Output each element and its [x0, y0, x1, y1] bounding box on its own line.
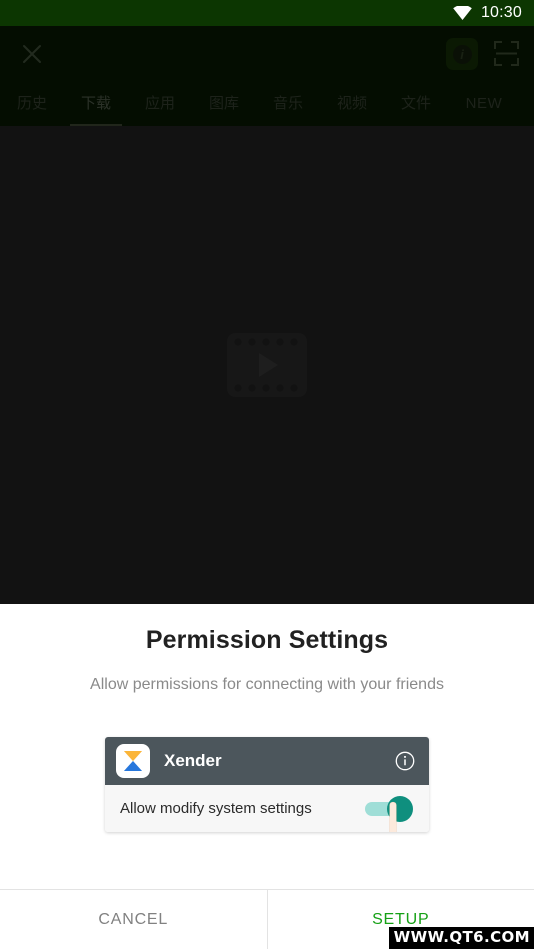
- info-icon-glyph: i: [452, 44, 472, 64]
- dialog-title: Permission Settings: [145, 626, 389, 654]
- site-watermark: WWW.QT6.COM: [388, 927, 534, 949]
- dialog-subtitle: Allow permissions for connecting with yo…: [90, 676, 444, 693]
- scan-icon[interactable]: [493, 40, 520, 67]
- tab-video[interactable]: 视频: [320, 82, 384, 126]
- modify-system-settings-toggle[interactable]: [365, 795, 413, 822]
- info-circle-icon[interactable]: [395, 751, 415, 771]
- app-toolbar: i: [0, 26, 534, 82]
- cancel-button[interactable]: CANCEL: [0, 890, 268, 949]
- status-bar: 10:30: [0, 0, 534, 26]
- permission-settings-dialog: Permission Settings Allow permissions fo…: [0, 604, 534, 949]
- android-screen: 10:30 i 历史 下载 应用 图库 音乐 视频 文件 NEW Permiss…: [0, 0, 534, 949]
- tab-label: 图库: [208, 95, 239, 112]
- tab-label: 音乐: [272, 95, 303, 112]
- permission-row: Allow modify system settings: [105, 785, 429, 832]
- tab-label: 文件: [400, 95, 431, 112]
- xender-hourglass-icon: [116, 744, 150, 778]
- permission-app-name: Xender: [164, 751, 222, 770]
- close-icon[interactable]: [18, 40, 46, 68]
- permission-card-header: Xender: [105, 737, 429, 785]
- tab-new[interactable]: NEW: [448, 82, 520, 126]
- tab-downloads[interactable]: 下载: [64, 82, 128, 126]
- tab-label: NEW: [465, 95, 503, 112]
- permission-row-label: Allow modify system settings: [120, 800, 312, 817]
- tab-label: 应用: [144, 95, 175, 112]
- tab-apps[interactable]: 应用: [128, 82, 192, 126]
- wifi-icon: [453, 4, 472, 20]
- tab-history[interactable]: 历史: [0, 82, 64, 126]
- tab-music[interactable]: 音乐: [256, 82, 320, 126]
- tab-files[interactable]: 文件: [384, 82, 448, 126]
- toggle-thumb: [387, 795, 413, 822]
- video-placeholder-icon: [226, 332, 308, 398]
- tab-bar: 历史 下载 应用 图库 音乐 视频 文件 NEW: [0, 82, 534, 126]
- tab-label: 历史: [16, 95, 47, 112]
- tab-label: 下载: [80, 95, 111, 112]
- status-bar-clock: 10:30: [480, 4, 522, 21]
- info-icon[interactable]: i: [446, 38, 478, 70]
- tab-gallery[interactable]: 图库: [192, 82, 256, 126]
- tab-label: 视频: [336, 95, 367, 112]
- permission-card: Xender Allow modify system settings: [105, 737, 429, 832]
- content-area: [0, 126, 534, 604]
